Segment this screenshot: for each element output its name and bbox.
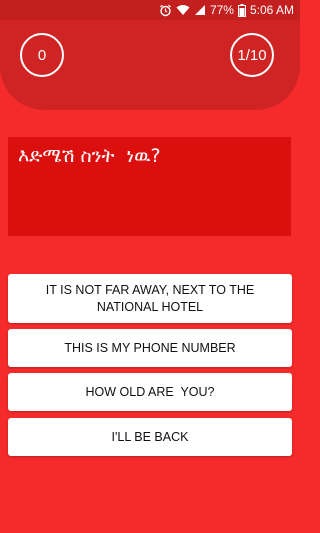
battery-percent: 77% — [209, 3, 234, 17]
status-icons: 77% 5:06 AM — [159, 0, 294, 20]
answer-option-4[interactable]: I'LL BE BACK — [8, 418, 292, 456]
answer-option-1[interactable]: IT IS NOT FAR AWAY, NEXT TO THE NATIONAL… — [8, 274, 292, 323]
answer-option-3[interactable]: HOW OLD ARE YOU? — [8, 373, 292, 411]
answer-option-2[interactable]: THIS IS MY PHONE NUMBER — [8, 329, 292, 367]
battery-icon — [237, 3, 246, 17]
alarm-icon — [159, 4, 172, 17]
clock: 5:06 AM — [249, 3, 294, 17]
status-bar: 77% 5:06 AM — [0, 0, 300, 20]
question-progress: 1/10 — [230, 33, 274, 77]
question-text: እድሜሽ ስንት ነዉ? — [8, 137, 291, 236]
wifi-icon — [176, 4, 190, 16]
score-counter: 0 — [20, 33, 64, 77]
signal-icon — [194, 4, 206, 16]
